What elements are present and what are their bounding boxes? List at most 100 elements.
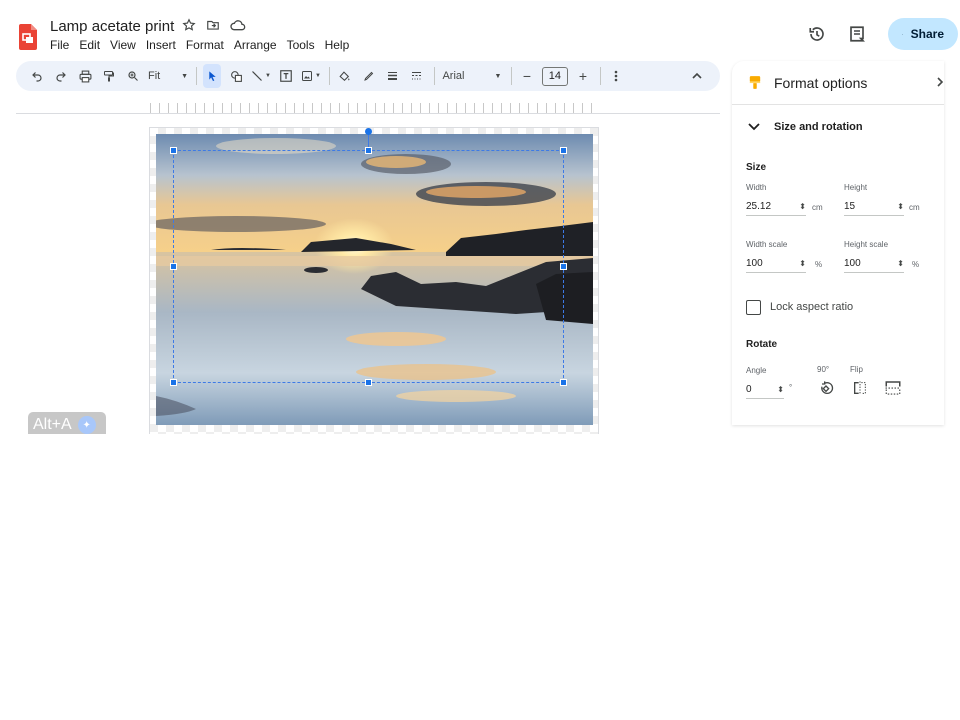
lock-aspect-ratio-checkbox[interactable] <box>746 300 761 315</box>
height-stepper-icon[interactable]: ⬍ <box>897 202 904 211</box>
menu-tools[interactable]: Tools <box>287 38 315 52</box>
zoom-select[interactable]: Fit ▼ <box>148 64 188 88</box>
menu-help[interactable]: Help <box>325 38 350 52</box>
share-button[interactable]: Share <box>888 18 958 50</box>
title-actions <box>182 18 246 32</box>
height-field[interactable]: 15 ⬍ <box>844 198 904 216</box>
resize-handle-top[interactable] <box>365 147 372 154</box>
width-label: Width <box>746 183 767 192</box>
paint-bucket-icon <box>339 70 350 81</box>
resize-handle-left[interactable] <box>170 263 177 270</box>
caret-down-icon: ▼ <box>265 73 271 79</box>
pen-icon <box>364 71 374 81</box>
font-size-decrease-button[interactable]: − <box>518 64 536 88</box>
font-size-increase-button[interactable]: + <box>574 64 592 88</box>
toolbar-divider <box>510 67 512 85</box>
resize-handle-bottom[interactable] <box>365 379 372 386</box>
width-field[interactable]: 25.12 ⬍ <box>746 198 806 216</box>
toolbar-divider <box>433 67 435 85</box>
move-folder-icon[interactable] <box>206 18 220 32</box>
undo-button[interactable] <box>28 64 46 88</box>
height-scale-stepper-icon[interactable]: ⬍ <box>897 259 904 268</box>
width-scale-stepper-icon[interactable]: ⬍ <box>799 259 806 268</box>
header-actions: Share <box>808 18 958 50</box>
select-tool-button[interactable] <box>203 64 221 88</box>
width-value: 25.12 <box>746 201 772 212</box>
shortcut-hint-label: Alt+A <box>33 416 72 433</box>
font-size-input[interactable]: 14 <box>541 66 568 86</box>
height-value: 15 <box>844 201 856 212</box>
height-scale-label: Height scale <box>844 240 889 249</box>
shape-tool-button[interactable] <box>227 64 245 88</box>
rotate-90-icon[interactable] <box>818 379 834 397</box>
undo-icon <box>32 72 42 82</box>
collapse-toolbar-button[interactable] <box>688 64 706 88</box>
flip-horizontal-icon[interactable] <box>852 379 868 397</box>
flip-vertical-icon[interactable] <box>884 379 902 397</box>
menu-view[interactable]: View <box>110 38 136 52</box>
resize-handle-bottom-left[interactable] <box>170 379 177 386</box>
menu-file[interactable]: File <box>50 38 69 52</box>
rotate-handle[interactable] <box>365 128 372 135</box>
menu-insert[interactable]: Insert <box>146 38 176 52</box>
rotate-90-label: 90° <box>817 365 830 374</box>
blank-area <box>0 434 960 720</box>
zoom-button[interactable] <box>124 64 142 88</box>
format-options-icon <box>749 76 761 89</box>
height-label: Height <box>844 183 868 192</box>
close-panel-button[interactable] <box>936 75 944 91</box>
panel-title: Format options <box>774 74 868 91</box>
resize-handle-top-right[interactable] <box>560 147 567 154</box>
fill-color-button[interactable] <box>336 64 354 88</box>
more-vert-icon <box>614 70 618 82</box>
border-dash-button[interactable] <box>408 64 426 88</box>
font-select[interactable]: Arial ▼ <box>441 64 503 88</box>
toolbar: Fit ▼ ▼ ▼ Arial ▼ − 14 + <box>16 61 720 91</box>
menu-arrange[interactable]: Arrange <box>234 38 277 52</box>
textbox-tool-button[interactable] <box>277 64 295 88</box>
menu-format[interactable]: Format <box>186 38 224 52</box>
resize-handle-top-left[interactable] <box>170 147 177 154</box>
width-scale-field[interactable]: 100 ⬍ <box>746 255 806 273</box>
menu-edit[interactable]: Edit <box>79 38 100 52</box>
width-unit: cm <box>812 203 823 212</box>
zoom-value: Fit <box>148 70 161 82</box>
chevron-right-icon <box>937 77 944 87</box>
star-icon[interactable] <box>182 18 196 32</box>
height-scale-field[interactable]: 100 ⬍ <box>844 255 904 273</box>
toolbar-divider <box>328 67 330 85</box>
line-tool-button[interactable]: ▼ <box>251 64 271 88</box>
title-bar: Lamp acetate print File Edit View Insert… <box>0 0 960 60</box>
globe-icon <box>902 33 903 35</box>
caret-down-icon: ▼ <box>314 73 321 79</box>
size-rotation-section-toggle[interactable]: Size and rotation <box>748 121 863 133</box>
chevron-up-icon <box>692 72 702 79</box>
comments-icon[interactable] <box>848 25 866 43</box>
history-icon[interactable] <box>808 25 826 43</box>
print-icon <box>79 70 91 82</box>
slides-app-icon[interactable] <box>19 24 37 50</box>
angle-field[interactable]: 0 ⬍ <box>746 381 784 399</box>
width-stepper-icon[interactable]: ⬍ <box>799 202 806 211</box>
caret-down-icon: ▼ <box>181 72 188 80</box>
caret-down-icon: ▼ <box>494 72 502 80</box>
image-insert-button[interactable]: ▼ <box>301 64 321 88</box>
panel-header: Format options <box>732 61 944 105</box>
more-options-button[interactable] <box>607 64 625 88</box>
angle-label: Angle <box>746 366 767 375</box>
resize-handle-right[interactable] <box>560 263 567 270</box>
border-weight-icon <box>388 72 398 80</box>
rotate-heading: Rotate <box>746 339 778 350</box>
border-color-button[interactable] <box>360 64 378 88</box>
print-button[interactable] <box>76 64 94 88</box>
lock-aspect-ratio-label[interactable]: Lock aspect ratio <box>770 301 853 313</box>
redo-button[interactable] <box>52 64 70 88</box>
ruler-divider <box>16 113 720 114</box>
cloud-saved-icon[interactable] <box>230 18 246 32</box>
border-weight-button[interactable] <box>384 64 402 88</box>
angle-stepper-icon[interactable]: ⬍ <box>777 385 784 394</box>
resize-handle-bottom-right[interactable] <box>560 379 567 386</box>
paint-format-button[interactable] <box>100 64 118 88</box>
angle-value: 0 <box>746 384 752 395</box>
document-title[interactable]: Lamp acetate print <box>50 18 174 35</box>
